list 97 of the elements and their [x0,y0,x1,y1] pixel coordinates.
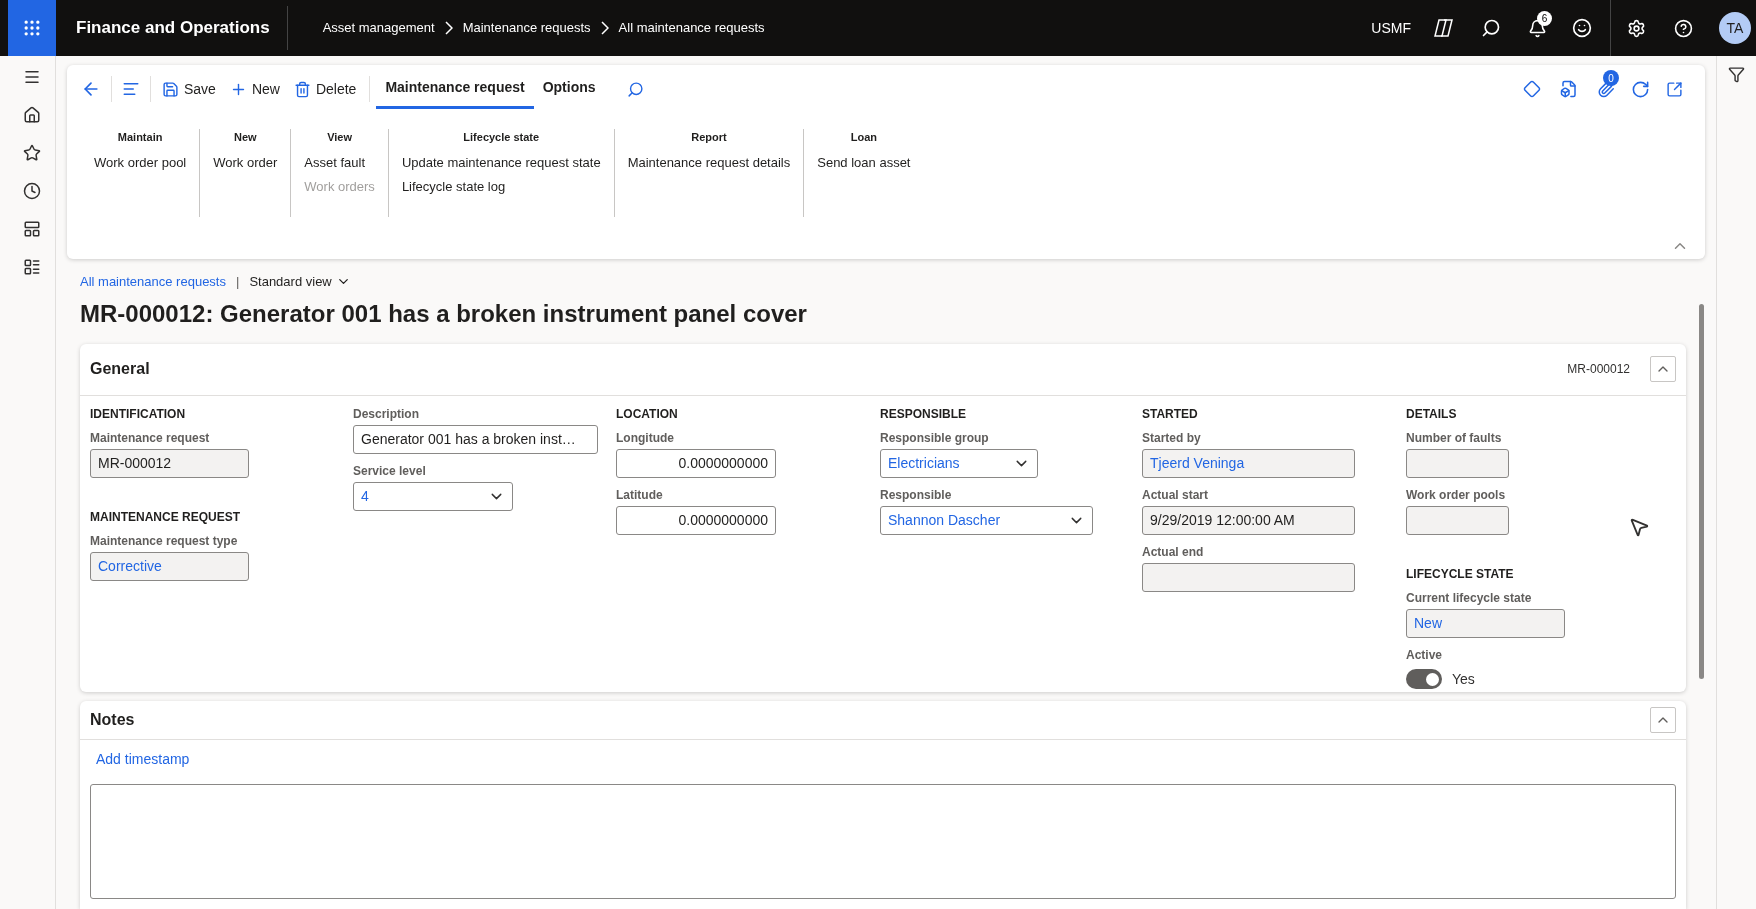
ribbon-group-title: Report [691,130,727,145]
chevron-right-icon [600,21,609,35]
group-heading: LIFECYCLE STATE [1406,565,1515,583]
input-field[interactable]: New [1406,608,1565,638]
dropdown-field[interactable]: Electricians [880,448,1038,478]
field-label: Maintenance request [90,429,211,447]
input-field[interactable]: 0.0000000000 [616,505,776,535]
page-title: MR-000012: Generator 001 has a broken instrument panel cover [80,298,808,329]
section-summary: MR-000012 [1567,361,1630,378]
toggle-label: Yes [1452,669,1475,689]
ribbon-group-title: Lifecycle state [463,130,540,145]
settings-icon[interactable] [1627,18,1646,38]
field-label: Current lifecycle state [1406,589,1533,607]
input-field[interactable] [1406,505,1509,535]
diamond-icon[interactable] [1523,80,1541,98]
ribbon-item[interactable]: Send loan asset [817,152,911,172]
input-field[interactable]: 9/29/2019 12:00:00 AM [1142,505,1355,535]
group-heading: MAINTENANCE REQUEST [90,508,241,526]
toggle-switch[interactable] [1406,669,1442,689]
dropdown-field[interactable]: 4 [353,481,513,511]
ribbon-item[interactable]: Work order [213,152,278,172]
add-timestamp-link[interactable]: Add timestamp [96,748,1676,770]
breadcrumb-link[interactable]: Maintenance requests [462,18,591,38]
field-label: Service level [353,462,427,480]
save-icon [162,80,179,98]
ribbon-group-title: Maintain [117,130,163,145]
home-icon[interactable] [22,106,41,124]
field-label: Actual start [1142,486,1210,504]
office-icon[interactable] [1560,80,1578,98]
toolbar-button[interactable]: Delete [286,78,364,100]
ribbon-tab[interactable]: Maintenance request [376,69,534,109]
field-label: Started by [1142,429,1202,447]
filter-icon[interactable] [1728,66,1745,83]
scroll-bar[interactable] [1698,304,1704,679]
ribbon-item[interactable]: Asset fault [304,152,365,172]
input-field[interactable] [1142,562,1355,592]
star-icon[interactable] [22,144,41,162]
clock-icon[interactable] [22,182,41,200]
attachment-badge: 0 [1603,70,1619,86]
breadcrumb-link[interactable]: Asset management [322,18,435,38]
avatar[interactable]: TA [1719,12,1751,44]
notification-badge: 6 [1537,10,1552,26]
section-title: General [90,359,150,379]
search-icon[interactable] [1481,18,1501,38]
smiley-icon[interactable] [1572,18,1592,38]
view-selector[interactable]: Standard view [249,272,351,292]
group-heading: LOCATION [616,405,679,423]
dropdown-field[interactable]: Shannon Dascher [880,505,1093,535]
pop-out-icon[interactable] [1666,80,1683,98]
field-label: Latitude [616,486,664,504]
ribbon-group-title: New [233,130,257,145]
menu-icon[interactable] [22,68,41,86]
toolbar-button[interactable]: New [222,78,287,100]
company-label[interactable]: USMF [1371,17,1411,39]
lines-icon [122,80,140,98]
ribbon-tab[interactable]: Options [533,69,605,109]
toolbar-button[interactable]: Save [155,78,223,100]
ribbon-item[interactable]: Lifecycle state log [401,177,506,197]
input-field[interactable]: Corrective [90,551,249,581]
group-heading: RESPONSIBLE [880,405,967,423]
field-label: Responsible [880,486,953,504]
ribbon-item[interactable]: Maintenance request details [627,152,791,172]
mouse-cursor-icon [1628,516,1650,538]
input-field[interactable] [1406,448,1509,478]
app-launcher-button[interactable] [8,0,56,56]
separator-text: | [236,273,240,291]
ribbon-group-title: View [327,130,353,145]
copilot-icon[interactable] [1433,18,1455,38]
workspace-icon[interactable] [22,220,41,238]
breadcrumb-link[interactable]: All maintenance requests [618,18,765,38]
input-field[interactable]: Generator 001 has a broken inst… [353,424,598,454]
trash-icon [293,80,311,98]
field-label: Description [353,405,420,423]
field-label: Active [1406,646,1444,664]
app-title: Finance and Operations [76,17,270,40]
field-label: Work order pools [1406,486,1507,504]
ribbon-item[interactable]: Work order pool [94,152,187,172]
waffle-icon [22,18,42,38]
ribbon-group-title: Loan [850,130,877,145]
group-heading: DETAILS [1406,405,1458,423]
field-label: Responsible group [880,429,990,447]
list-page-link[interactable]: All maintenance requests [80,272,226,292]
input-field[interactable]: 0.0000000000 [616,448,776,478]
field-label: Longitude [616,429,675,447]
group-heading: STARTED [1142,405,1199,423]
group-heading: IDENTIFICATION [90,405,187,423]
input-field[interactable]: MR-000012 [90,448,249,478]
list-icon[interactable] [22,258,41,276]
input-field[interactable]: Tjeerd Veninga [1142,448,1355,478]
ribbon-item[interactable]: Update maintenance request state [401,152,601,172]
refresh-icon[interactable] [1631,79,1650,99]
field-label: Actual end [1142,543,1205,561]
field-label: Maintenance request type [90,532,239,550]
help-icon[interactable] [1674,18,1693,38]
chevron-right-icon [444,21,453,35]
field-label: Number of faults [1406,429,1503,447]
section-title: Notes [90,709,135,730]
